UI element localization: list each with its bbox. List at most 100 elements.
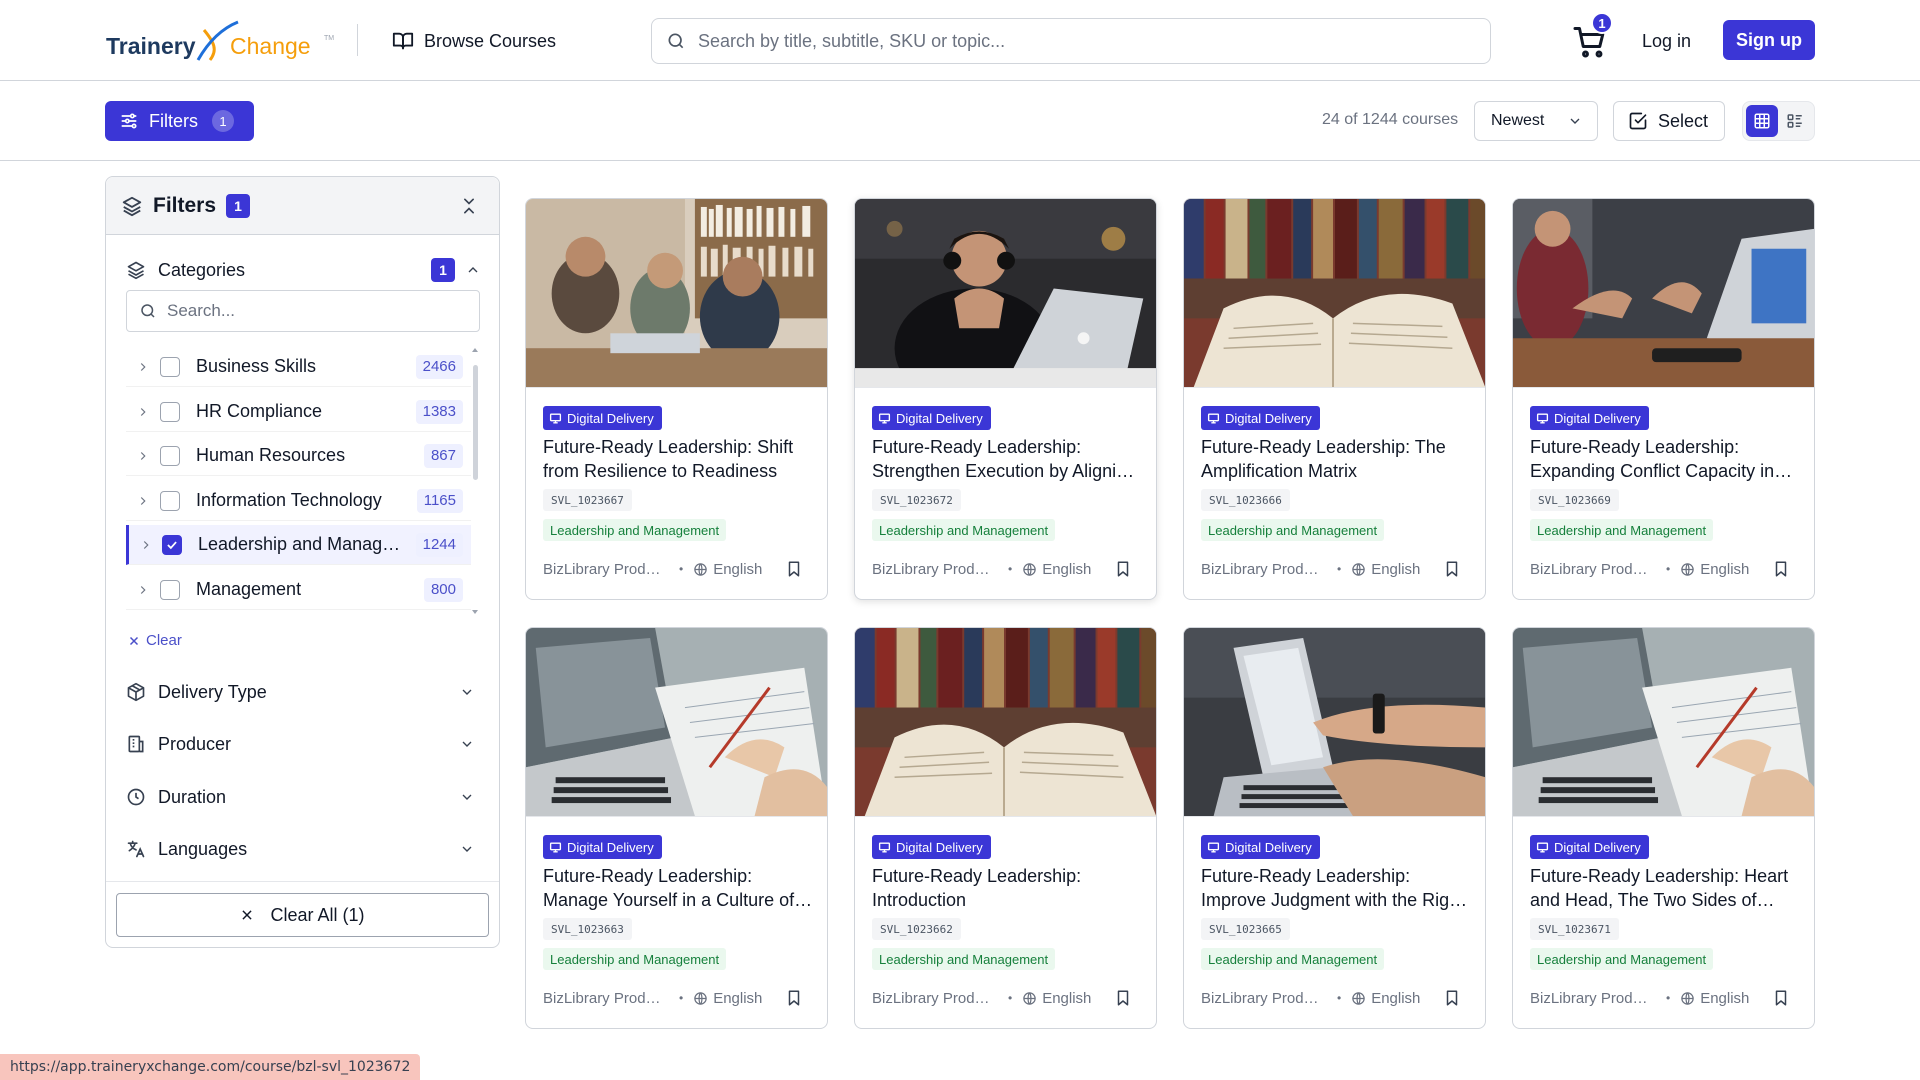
category-count: 1383 [415, 399, 463, 424]
chevron-right-icon[interactable] [126, 494, 160, 508]
svg-text:Change: Change [230, 33, 311, 59]
course-card[interactable]: Digital Delivery Future-Ready Leadership:… [525, 627, 828, 1029]
course-title[interactable]: Future-Ready Leadership: Shift from Resi… [543, 435, 815, 483]
delivery-tag: Digital Delivery [1201, 406, 1320, 430]
course-card[interactable]: Digital Delivery Future-Ready Leadership:… [525, 198, 828, 600]
category-row[interactable]: Business Skills 2466 [126, 347, 471, 387]
monitor-icon [878, 841, 891, 853]
book-open-icon [392, 32, 414, 50]
filters-toggle-button[interactable]: Filters 1 [105, 101, 254, 141]
course-card[interactable]: Digital Delivery Future-Ready Leadership:… [1512, 198, 1815, 600]
bookmark-icon[interactable] [785, 560, 803, 578]
list-view-button[interactable] [1780, 105, 1812, 137]
producer-section[interactable]: Producer [126, 724, 481, 764]
course-producer: BizLibrary Productions [1530, 989, 1652, 1007]
course-thumbnail[interactable] [1513, 628, 1814, 818]
bookmark-icon[interactable] [785, 989, 803, 1007]
course-title[interactable]: Future-Ready Leadership: Improve Judgmen… [1201, 864, 1473, 912]
bookmark-icon[interactable] [1772, 989, 1790, 1007]
category-checkbox[interactable] [160, 356, 180, 377]
header-divider [357, 24, 358, 56]
course-title[interactable]: Future-Ready Leadership: Heart and Head,… [1530, 864, 1802, 912]
category-search-input[interactable] [167, 301, 457, 321]
category-row[interactable]: Human Resources 867 [126, 436, 471, 476]
filters-sidebar: Filters 1 Categories 1 Business Skills 2… [105, 176, 500, 948]
course-thumbnail[interactable] [526, 628, 827, 818]
chevron-right-icon[interactable] [129, 538, 163, 552]
category-row[interactable]: Information Technology 1165 [126, 481, 471, 521]
chevron-right-icon[interactable] [126, 449, 160, 463]
languages-section[interactable]: Languages [126, 829, 481, 869]
bookmark-icon[interactable] [1114, 560, 1132, 578]
category-row-selected[interactable]: Leadership and Management 1244 [126, 525, 471, 565]
grid-icon [1754, 113, 1770, 129]
grid-view-button[interactable] [1746, 105, 1778, 137]
login-button[interactable]: Log in [1636, 20, 1697, 62]
clear-all-button[interactable]: Clear All (1) [116, 893, 489, 937]
course-category-tag: Leadership and Management [1530, 519, 1714, 541]
search-input[interactable] [698, 30, 1458, 52]
delivery-tag-label: Digital Delivery [896, 839, 983, 855]
category-row[interactable]: Management 800 [126, 570, 471, 610]
course-title[interactable]: Future-Ready Leadership: Expanding Confl… [1530, 435, 1802, 483]
course-thumbnail[interactable] [1184, 628, 1485, 817]
sort-select[interactable]: Newest [1474, 101, 1598, 141]
course-thumbnail[interactable] [1513, 199, 1814, 388]
browse-courses-link[interactable]: Browse Courses [392, 26, 556, 56]
meta-separator: • [679, 562, 684, 576]
category-checkbox[interactable] [160, 401, 180, 422]
category-checkbox-checked[interactable] [162, 534, 182, 555]
course-thumbnail[interactable] [526, 199, 827, 388]
scrollbar-thumb[interactable] [473, 365, 478, 480]
category-row[interactable]: HR Compliance 1383 [126, 392, 471, 432]
course-title[interactable]: Future-Ready Leadership: Strengthen Exec… [872, 435, 1144, 483]
bookmark-icon[interactable] [1443, 989, 1461, 1007]
course-category-tag: Leadership and Management [872, 948, 1056, 970]
course-thumbnail[interactable] [1184, 199, 1485, 388]
category-checkbox[interactable] [160, 490, 180, 511]
sort-value: Newest [1491, 112, 1545, 129]
course-thumbnail[interactable] [855, 199, 1156, 408]
chevron-right-icon[interactable] [126, 583, 160, 597]
bookmark-icon[interactable] [1114, 989, 1132, 1007]
bookmark-icon[interactable] [1443, 560, 1461, 578]
signup-button[interactable]: Sign up [1723, 20, 1815, 60]
course-card[interactable]: Digital Delivery Future-Ready Leadership:… [1183, 198, 1486, 600]
svg-text:TM: TM [324, 35, 334, 42]
delivery-type-section[interactable]: Delivery Type [126, 672, 481, 712]
chevron-right-icon[interactable] [126, 360, 160, 374]
chevron-right-icon[interactable] [126, 405, 160, 419]
result-count: 24 of 1244 courses [1322, 111, 1459, 128]
select-mode-button[interactable]: Select [1613, 101, 1725, 141]
course-title[interactable]: Future-Ready Leadership: Manage Yourself… [543, 864, 815, 912]
course-title[interactable]: Future-Ready Leadership: Introduction [872, 864, 1144, 912]
course-category-tag: Leadership and Management [543, 519, 727, 541]
clear-categories-link[interactable]: Clear [128, 632, 182, 649]
course-thumbnail[interactable] [855, 628, 1156, 817]
duration-section[interactable]: Duration [126, 777, 481, 817]
course-card[interactable]: Digital Delivery Future-Ready Leadership:… [1512, 627, 1815, 1029]
collapse-icon[interactable] [459, 196, 479, 216]
course-title[interactable]: Future-Ready Leadership: The Amplificati… [1201, 435, 1473, 483]
course-card[interactable]: Digital Delivery Future-Ready Leadership:… [1183, 627, 1486, 1029]
translate-icon [127, 840, 145, 858]
course-card[interactable]: Digital Delivery Future-Ready Leadership:… [854, 198, 1157, 600]
category-label: Information Technology [196, 490, 382, 510]
section-label: Delivery Type [158, 681, 267, 702]
category-search-box[interactable] [126, 290, 480, 332]
course-card[interactable]: Digital Delivery Future-Ready Leadership:… [854, 627, 1157, 1029]
meta-separator: • [1008, 562, 1013, 576]
trainery-xchange-logo[interactable]: Trainery Change TM [106, 16, 336, 64]
course-sku: SVL_1023671 [1530, 918, 1619, 940]
categories-header[interactable]: Categories 1 [126, 252, 481, 288]
chevron-up-icon [468, 267, 478, 273]
category-checkbox[interactable] [160, 445, 180, 466]
category-scrollbar[interactable] [471, 345, 479, 617]
monitor-icon [1207, 841, 1220, 853]
search-box[interactable] [651, 18, 1491, 64]
globe-icon [1352, 562, 1365, 576]
category-checkbox[interactable] [160, 579, 180, 600]
course-language: English [1700, 989, 1750, 1007]
bookmark-icon[interactable] [1772, 560, 1790, 578]
globe-icon [694, 562, 707, 576]
